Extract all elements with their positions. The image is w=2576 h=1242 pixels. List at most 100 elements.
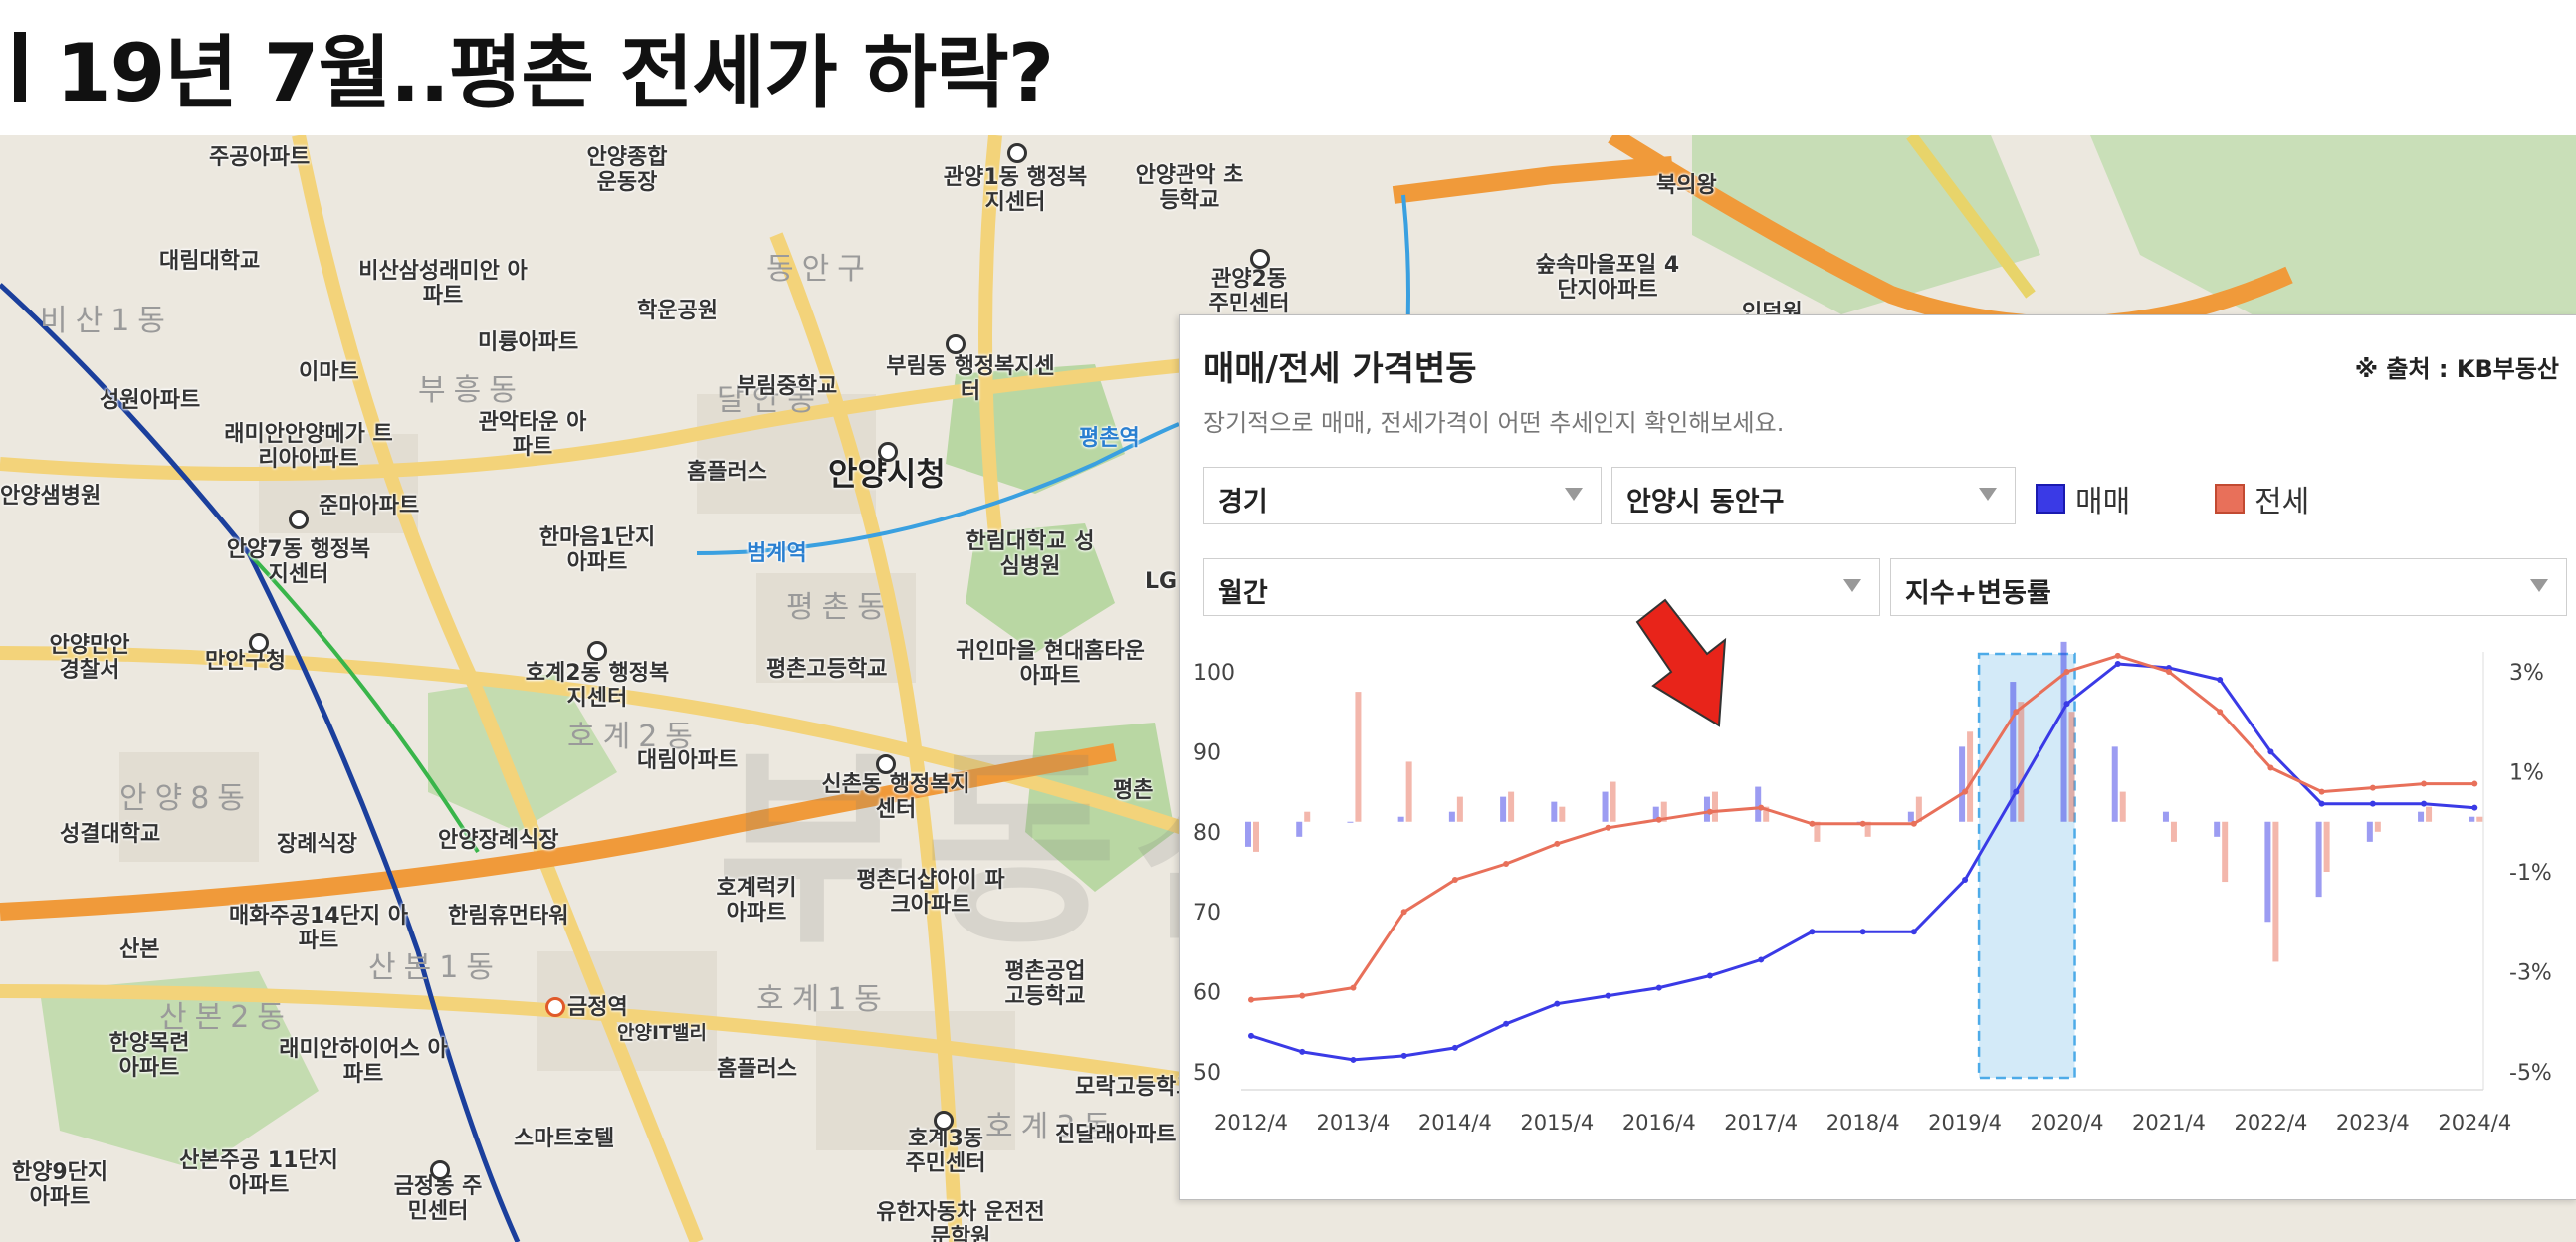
map-label: 진달래아파트 [1055,1123,1177,1147]
map-label: 평촌더샵아이 파크아파트 [856,868,1005,919]
map-label: 장례식장 [277,832,357,857]
index-point-jeonse [2421,780,2428,787]
map-label: 준마아파트 [319,494,420,518]
map-label: 숲속마을포일 4단지아파트 [1535,253,1680,304]
map-label: 안양7동 행정복지센터 [226,537,371,588]
change-bar-sale [1602,791,1609,822]
index-point-jeonse [2114,652,2121,659]
district-label: 안양8동 [119,781,253,816]
y-left-tick-label: 60 [1193,981,1221,1006]
map-label: 홈플러스 [717,1057,797,1082]
index-point-jeonse [1962,788,1969,795]
x-tick-label: 2013/4 [1316,1111,1390,1135]
map-label: 만안구청 [205,649,286,674]
change-bar-sale [1296,821,1303,837]
index-point-jeonse [2063,669,2070,675]
map-label: 안양만안 경찰서 [49,633,130,684]
poi-marker-icon [946,334,966,354]
change-bar-sale [1959,746,1966,822]
poi-marker-icon [1007,143,1027,163]
poi-marker-icon [249,633,269,653]
index-point-sale [1248,1032,1254,1039]
index-point-sale [1758,956,1765,963]
change-bar-jeonse [2426,806,2433,822]
change-bar-jeonse [1610,781,1616,822]
poi-marker-icon [876,754,896,774]
change-bar-sale [1907,811,1914,822]
index-point-sale [1605,992,1611,999]
index-point-jeonse [1299,992,1306,999]
slide-title: 19년 7월..평촌 전세가 하락? [14,4,1054,129]
map-label: 호계2동 행정복지센터 [525,661,670,712]
index-point-jeonse [1400,909,1407,916]
district-label: 평촌동 [786,590,893,625]
poi-marker-icon [430,1160,450,1180]
district-label: 동안구 [766,252,873,287]
index-point-sale [1859,929,1866,935]
change-bar-jeonse [1405,761,1412,822]
map-label: 평촌고등학교 [766,657,888,682]
index-point-jeonse [1503,860,1510,867]
index-point-sale [1554,1000,1561,1007]
index-point-jeonse [1758,804,1765,811]
change-bar-jeonse [1711,791,1718,822]
y-left-tick-label: 70 [1193,901,1221,926]
map-label: 평촌 [1113,778,1154,803]
y-left-tick-label: 100 [1193,661,1235,686]
x-tick-label: 2014/4 [1418,1111,1492,1135]
x-tick-label: 2015/4 [1520,1111,1594,1135]
index-point-sale [1350,1056,1357,1063]
change-bar-jeonse [1304,811,1311,822]
change-bar-jeonse [2222,821,2229,883]
index-point-jeonse [2267,764,2274,771]
change-bar-sale [2214,821,2221,837]
index-point-sale [2471,804,2478,811]
change-bar-jeonse [2018,702,2025,822]
index-point-jeonse [1910,820,1917,827]
y-left-tick-label: 80 [1193,821,1221,846]
change-bar-jeonse [2374,821,2381,832]
change-bar-sale [2060,641,2067,822]
map-label: 평촌공업 고등학교 [1004,959,1086,1010]
index-point-jeonse [1859,820,1866,827]
change-bar-sale [2315,821,2322,898]
change-bar-sale [2418,811,2425,822]
district-label: 산본1동 [368,950,502,985]
index-line-jeonse [1250,654,2475,1002]
index-point-jeonse [1706,808,1713,815]
price-chart: 100 90 80 70 60 50 3% 1% -1% -3% -5% 2012/4 2013/4 20… [1193,598,2552,1135]
change-bar-jeonse [2119,791,2126,822]
index-point-sale [2421,800,2428,807]
change-bar-sale [1347,821,1354,823]
index-point-sale [1655,984,1662,991]
change-bar-jeonse [1456,796,1463,822]
x-tick-label: 2024/4 [2438,1111,2511,1135]
change-bar-sale [1448,811,1455,822]
index-point-jeonse [2165,669,2172,675]
index-point-sale [2267,748,2274,755]
poi-marker-icon [1250,249,1270,269]
map-label: 안양샘병원 [0,484,102,509]
map-label: 관양2동 주민센터 [1208,267,1290,317]
map-label: 미륭아파트 [478,330,579,355]
index-point-sale [1809,929,1816,935]
red-arrow-icon [1635,598,1727,727]
map-label: 한림대학교 성심병원 [966,529,1095,580]
index-line-sale [1250,662,2475,1062]
index-point-sale [1910,929,1917,935]
change-bar-jeonse [1559,806,1566,822]
change-bar-jeonse [2170,821,2177,842]
change-bar-sale [1551,801,1558,822]
change-bar-sale [1245,821,1251,847]
district-label: 호계1동 [756,982,890,1017]
map-label: 스마트호텔 [514,1127,615,1151]
title-bar [14,32,26,102]
poi-marker-icon [587,641,607,661]
map-label: 이마트 [299,360,359,385]
index-point-sale [2114,660,2121,667]
map-label: 학운공원 [637,299,718,323]
index-point-sale [1400,1052,1407,1059]
map-label: 안양IT밸리 [617,1022,707,1044]
index-point-sale [1299,1048,1306,1055]
index-point-jeonse [2217,709,2224,716]
